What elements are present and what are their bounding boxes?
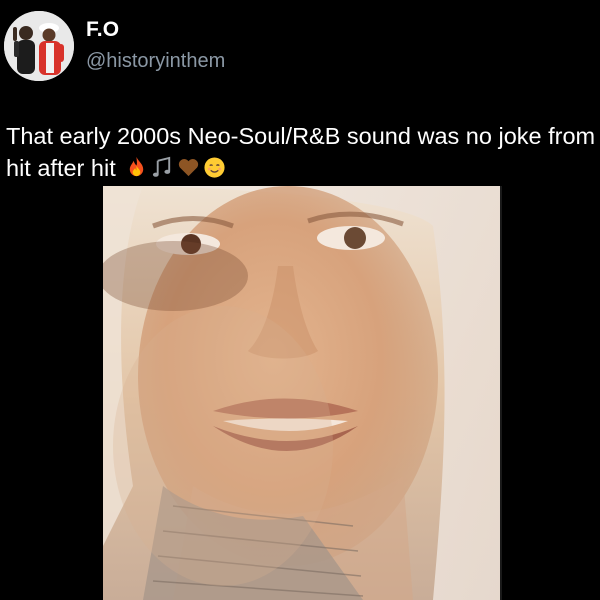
tweet-text-block: That early 2000s Neo-Soul/R&B sound was … <box>6 120 596 184</box>
author-avatar[interactable] <box>4 11 74 81</box>
brown-heart-icon <box>177 156 200 179</box>
tweet-media[interactable] <box>103 186 500 600</box>
video-thumbnail-icon <box>103 186 500 600</box>
fire-emoji-icon <box>125 156 148 179</box>
musical-notes-icon <box>151 156 174 179</box>
author-display-name[interactable]: F.O <box>86 18 119 42</box>
author-handle[interactable]: @historyinthem <box>86 50 225 73</box>
media-edge <box>500 186 502 600</box>
tweet-text: That early 2000s Neo-Soul/R&B sound was … <box>6 123 596 181</box>
profile-photo-icon <box>4 11 74 81</box>
tweet-post: F.O @historyinthem That early 2000s Neo-… <box>0 0 600 600</box>
relieved-face-icon <box>203 156 226 179</box>
